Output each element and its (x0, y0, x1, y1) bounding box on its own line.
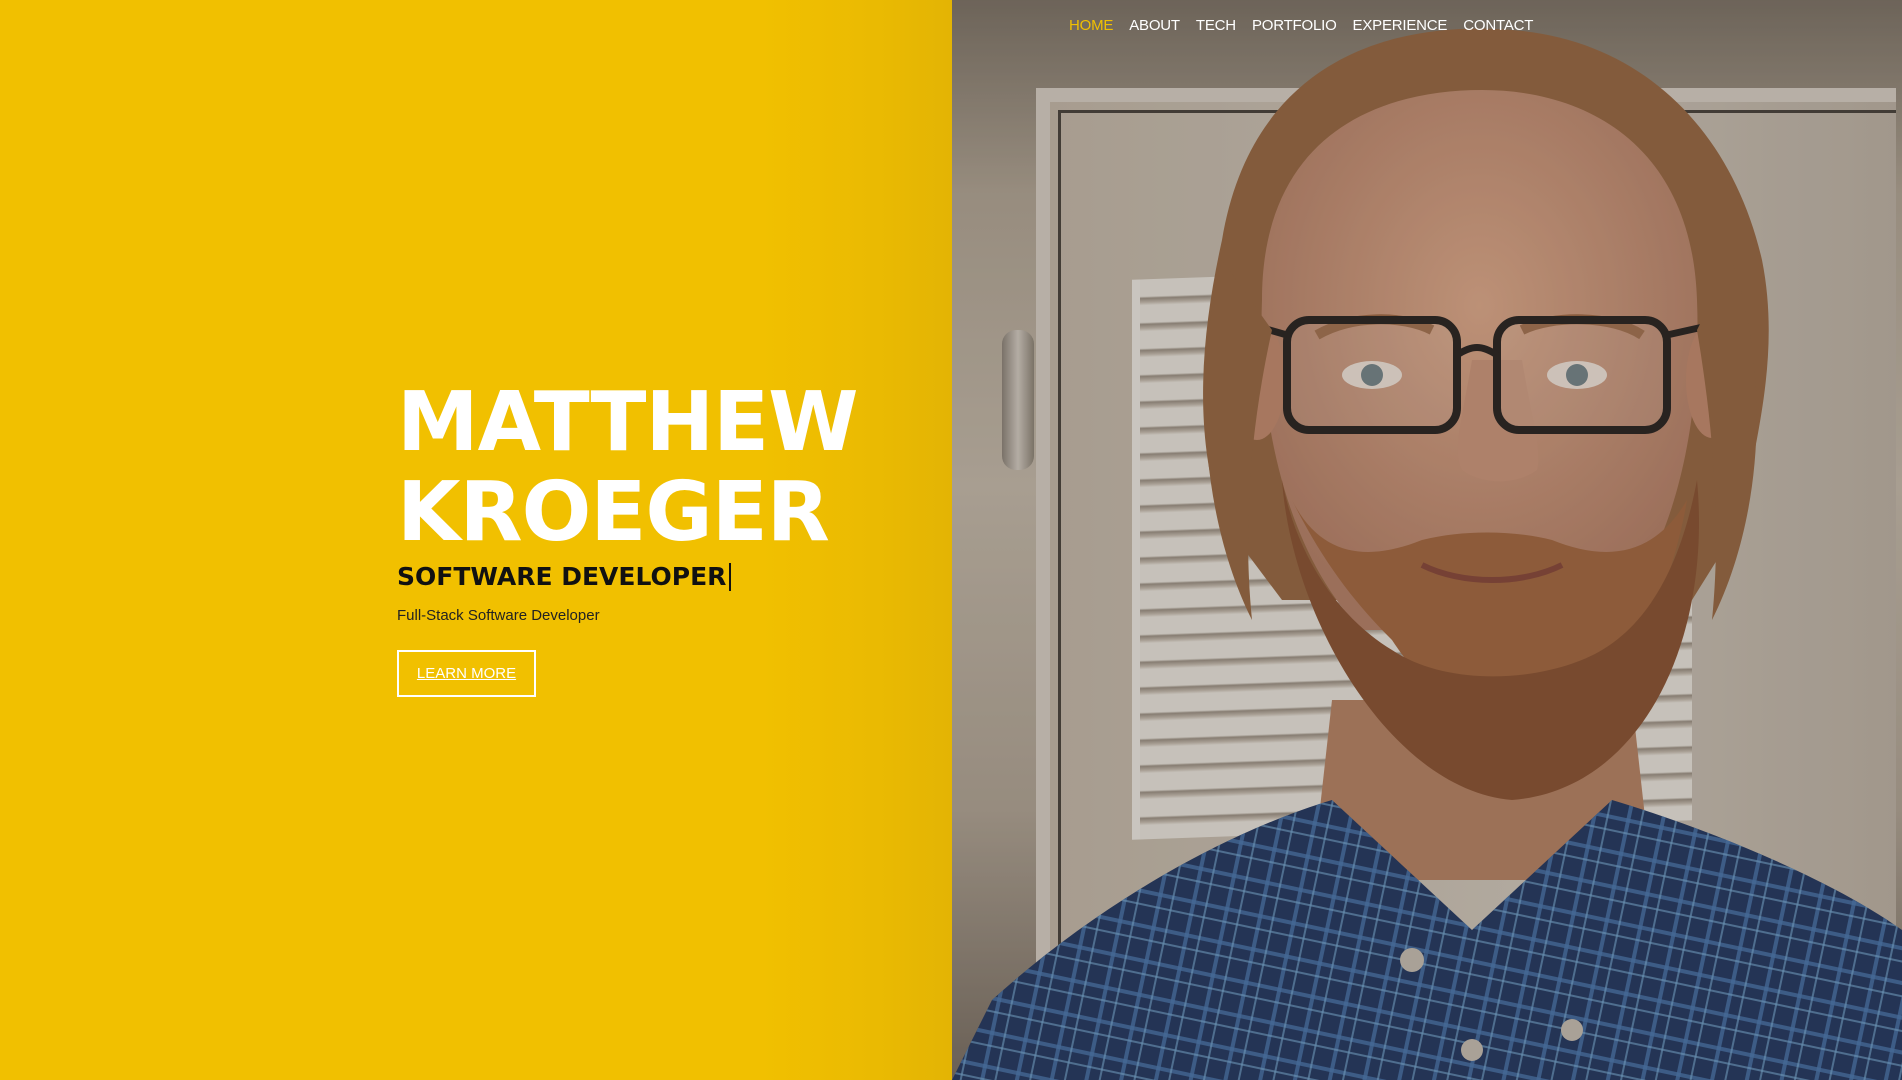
main-nav: HOME ABOUT TECH PORTFOLIO EXPERIENCE CON… (1069, 17, 1533, 34)
hero-section: MATTHEW KROEGER SOFTWARE DEVELOPER Full-… (397, 375, 859, 697)
nav-item-experience[interactable]: EXPERIENCE (1353, 17, 1448, 34)
nav-item-contact[interactable]: CONTACT (1463, 17, 1533, 34)
hero-role: SOFTWARE DEVELOPER (397, 562, 727, 591)
nav-item-home[interactable]: HOME (1069, 17, 1113, 34)
hero-first-name: MATTHEW (397, 375, 859, 470)
hero-tagline: Full-Stack Software Developer (397, 607, 600, 624)
learn-more-button[interactable]: LEARN MORE (397, 650, 536, 697)
profile-photo (952, 0, 1902, 1080)
nav-item-about[interactable]: ABOUT (1129, 17, 1180, 34)
hero-role-line: SOFTWARE DEVELOPER (397, 560, 858, 594)
text-cursor-icon (729, 563, 732, 591)
nav-item-tech[interactable]: TECH (1196, 17, 1236, 34)
hero-last-name: KROEGER (397, 465, 830, 560)
hero-name: MATTHEW KROEGER (397, 375, 859, 560)
portrait-illustration (952, 28, 1902, 1080)
nav-item-portfolio[interactable]: PORTFOLIO (1252, 17, 1337, 34)
